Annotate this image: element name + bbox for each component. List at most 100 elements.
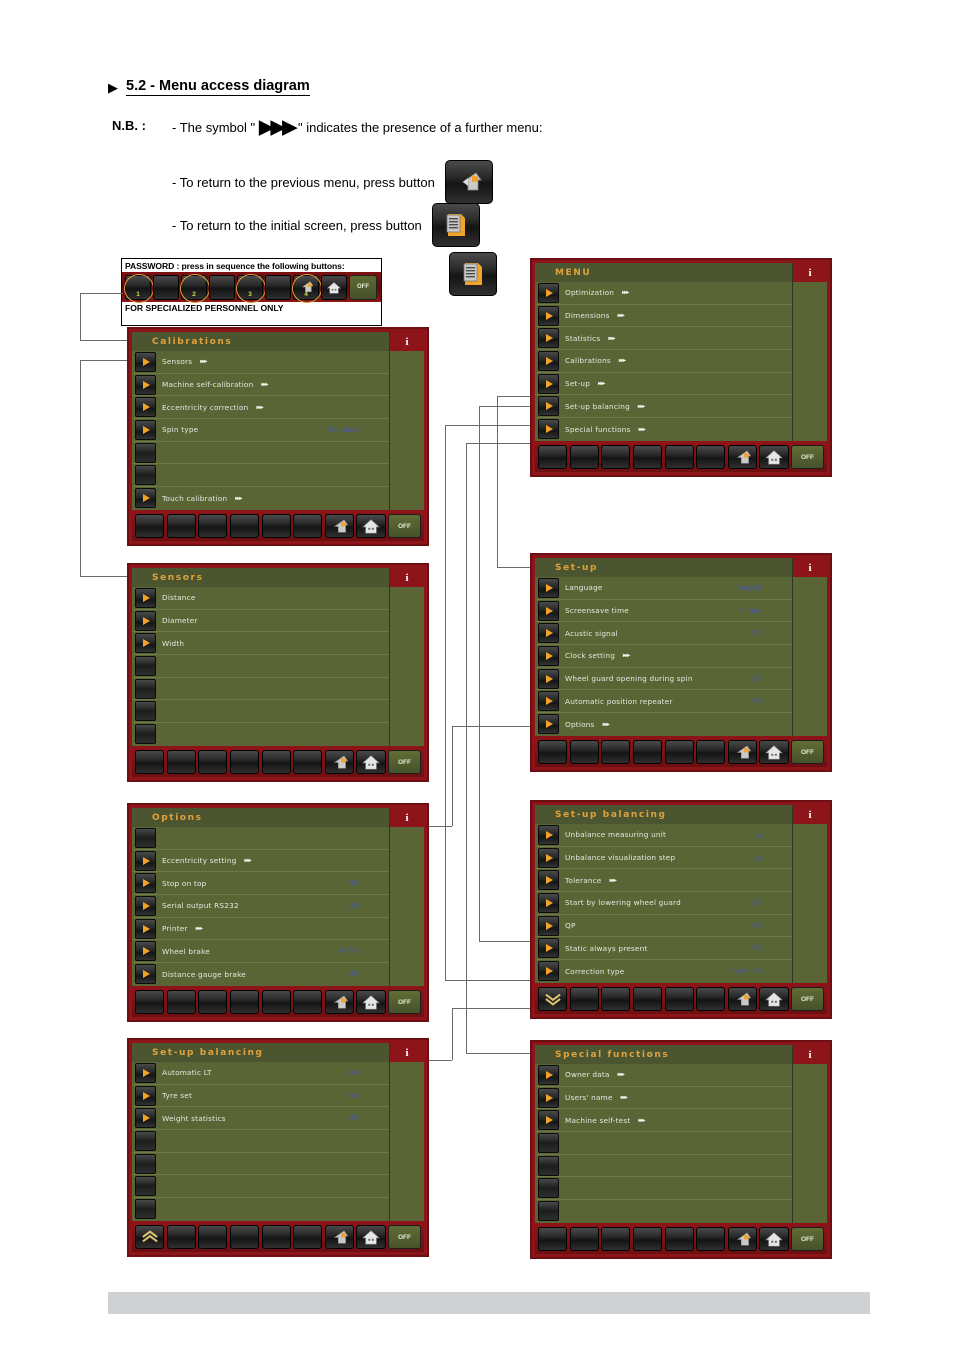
row-arrow-button[interactable]: [135, 918, 156, 939]
footer-blank-button[interactable]: [601, 740, 631, 765]
footer-home-button[interactable]: [759, 740, 789, 765]
footer-off-button[interactable]: OFF: [791, 740, 824, 765]
menu-row[interactable]: Stop on top ON: [132, 872, 389, 896]
footer-back-button[interactable]: [324, 990, 354, 1015]
menu-entry-button[interactable]: [449, 252, 497, 296]
row-arrow-button[interactable]: [135, 1062, 156, 1083]
row-arrow-button[interactable]: [538, 328, 559, 349]
row-arrow-button[interactable]: [135, 964, 156, 985]
footer-blank-button[interactable]: [166, 750, 196, 775]
row-arrow-button[interactable]: [538, 1110, 559, 1131]
menu-row[interactable]: Static always present ON: [535, 937, 792, 961]
footer-blank-button[interactable]: [293, 514, 323, 539]
footer-blank-button[interactable]: [229, 750, 259, 775]
row-arrow-button[interactable]: [538, 350, 559, 371]
footer-blank-button[interactable]: [293, 750, 323, 775]
row-arrow-button[interactable]: [135, 374, 156, 395]
footer-back-button[interactable]: [324, 750, 354, 775]
footer-home-button[interactable]: [356, 1225, 386, 1250]
footer-blank-button[interactable]: [569, 987, 599, 1012]
footer-home-button[interactable]: [759, 987, 789, 1012]
menu-row[interactable]: Automatic LT ON: [132, 1062, 389, 1085]
menu-row[interactable]: Options ▸▸▸: [535, 713, 792, 736]
footer-back-button[interactable]: [324, 514, 354, 539]
row-arrow-button[interactable]: [538, 691, 559, 712]
password-button-1[interactable]: 1: [124, 273, 154, 303]
password-blank-button-b[interactable]: [209, 274, 235, 300]
row-arrow-button[interactable]: [538, 282, 559, 303]
info-icon[interactable]: i: [390, 332, 424, 351]
footer-blank-button[interactable]: [632, 987, 662, 1012]
row-arrow-button[interactable]: [135, 419, 156, 440]
footer-blank-button[interactable]: [601, 445, 631, 470]
info-icon[interactable]: i: [793, 805, 827, 824]
footer-blank-button[interactable]: [569, 740, 599, 765]
row-arrow-button[interactable]: [135, 873, 156, 894]
menu-row[interactable]: Set-up ▸▸▸: [535, 373, 792, 396]
footer-off-button[interactable]: OFF: [791, 445, 824, 470]
menu-row[interactable]: Correction type Standard: [535, 960, 792, 983]
row-arrow-button[interactable]: [538, 600, 559, 621]
menu-row[interactable]: Eccentricity correction ▸▸▸: [132, 396, 389, 420]
footer-back-button[interactable]: [324, 1225, 354, 1250]
footer-blank-button[interactable]: [293, 1225, 323, 1250]
footer-blank-button[interactable]: [664, 445, 694, 470]
info-icon[interactable]: i: [390, 568, 424, 587]
footer-off-button[interactable]: OFF: [388, 1225, 421, 1250]
footer-blank-button[interactable]: [261, 990, 291, 1015]
row-arrow-button[interactable]: [538, 668, 559, 689]
menu-row[interactable]: Dimensions ▸▸▸: [535, 305, 792, 328]
footer-scroll-down-button[interactable]: [538, 987, 568, 1012]
footer-blank-button[interactable]: [601, 987, 631, 1012]
footer-home-button[interactable]: [356, 750, 386, 775]
row-arrow-button[interactable]: [135, 397, 156, 418]
footer-blank-button[interactable]: [229, 514, 259, 539]
initial-screen-button-sample[interactable]: [431, 203, 480, 247]
menu-row[interactable]: Wheel brake AUTO: [132, 940, 389, 964]
row-arrow-button[interactable]: [135, 587, 156, 608]
menu-row[interactable]: QP ON: [535, 915, 792, 938]
row-arrow-button[interactable]: [538, 419, 559, 440]
footer-blank-button[interactable]: [664, 1227, 694, 1252]
footer-home-button[interactable]: [759, 445, 789, 470]
footer-back-button[interactable]: [727, 1227, 757, 1252]
footer-blank-button[interactable]: [135, 514, 165, 539]
footer-blank-button[interactable]: [198, 1225, 228, 1250]
footer-home-button[interactable]: [356, 514, 386, 539]
menu-row[interactable]: Special functions ▸▸▸: [535, 418, 792, 441]
footer-blank-button[interactable]: [696, 1227, 726, 1252]
menu-row[interactable]: Unbalance visualization step 1 g: [535, 847, 792, 870]
footer-blank-button[interactable]: [569, 1227, 599, 1252]
row-arrow-button[interactable]: [538, 870, 559, 891]
footer-blank-button[interactable]: [198, 750, 228, 775]
footer-blank-button[interactable]: [696, 740, 726, 765]
back-button-sample[interactable]: [444, 160, 493, 204]
password-home-button[interactable]: [321, 274, 347, 300]
row-arrow-button[interactable]: [538, 577, 559, 598]
document-button[interactable]: [449, 252, 497, 296]
row-arrow-button[interactable]: [135, 488, 156, 509]
footer-off-button[interactable]: OFF: [791, 987, 824, 1012]
footer-blank-button[interactable]: [229, 1225, 259, 1250]
footer-blank-button[interactable]: [538, 1227, 568, 1252]
row-arrow-button[interactable]: [538, 373, 559, 394]
row-arrow-button[interactable]: [538, 824, 559, 845]
menu-row[interactable]: Calibrations ▸▸▸: [535, 350, 792, 373]
row-arrow-button[interactable]: [538, 938, 559, 959]
menu-row[interactable]: Diameter: [132, 610, 389, 633]
menu-row[interactable]: Touch calibration ▸▸▸: [132, 487, 389, 510]
menu-row[interactable]: Users' name ▸▸▸: [535, 1087, 792, 1110]
menu-row[interactable]: Owner data ▸▸▸: [535, 1064, 792, 1087]
footer-blank-button[interactable]: [538, 445, 568, 470]
menu-row[interactable]: Unbalance measuring unit g: [535, 824, 792, 847]
menu-row[interactable]: Serial output RS232 ON: [132, 895, 389, 918]
info-icon[interactable]: i: [793, 1045, 827, 1064]
password-button-4-back[interactable]: 4: [292, 273, 322, 303]
footer-blank-button[interactable]: [261, 1225, 291, 1250]
menu-row[interactable]: Screensave time 5 min.: [535, 600, 792, 623]
footer-blank-button[interactable]: [166, 990, 196, 1015]
row-arrow-button[interactable]: [135, 610, 156, 631]
footer-blank-button[interactable]: [135, 750, 165, 775]
footer-blank-button[interactable]: [632, 445, 662, 470]
info-icon[interactable]: i: [793, 263, 827, 282]
